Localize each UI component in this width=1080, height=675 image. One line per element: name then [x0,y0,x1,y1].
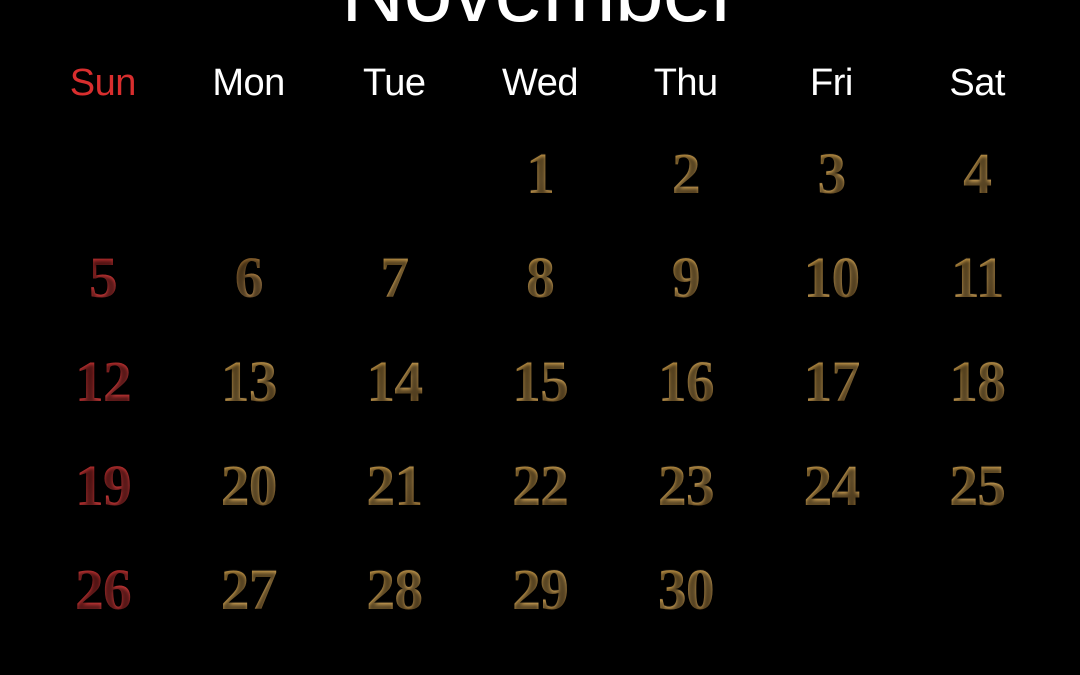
date-cell: 5 [30,249,176,307]
date-cell: 12 [30,353,176,411]
day-header-sat: Sat [904,62,1050,105]
date-cell: 30 [613,561,759,619]
day-header-mon: Mon [176,62,322,105]
calendar: Sun Mon Tue Wed Thu Fri Sat 1 2 3 4 5 6 … [30,62,1050,619]
day-header-wed: Wed [467,62,613,105]
date-cell: 22 [467,457,613,515]
date-cell: 20 [176,457,322,515]
date-cell: 9 [613,249,759,307]
day-header-sun: Sun [30,62,176,105]
date-cell: 6 [176,249,322,307]
date-cell: 19 [30,457,176,515]
date-cell: 1 [467,145,613,203]
date-cell: 26 [30,561,176,619]
month-title: November [0,0,1080,42]
date-cell: 11 [904,249,1050,307]
date-cell: 24 [759,457,905,515]
date-cell: 10 [759,249,905,307]
date-cell: 29 [467,561,613,619]
date-cell: 16 [613,353,759,411]
day-header-thu: Thu [613,62,759,105]
date-cell: 17 [759,353,905,411]
date-cell: 25 [904,457,1050,515]
date-cell: 18 [904,353,1050,411]
date-cell: 21 [321,457,467,515]
date-cell: 23 [613,457,759,515]
date-cell: 4 [904,145,1050,203]
dates-grid: 1 2 3 4 5 6 7 8 9 10 11 12 13 14 15 16 1… [30,145,1050,619]
date-cell: 3 [759,145,905,203]
date-cell: 15 [467,353,613,411]
date-cell: 13 [176,353,322,411]
date-cell: 2 [613,145,759,203]
day-header-tue: Tue [321,62,467,105]
date-cell: 8 [467,249,613,307]
date-cell: 7 [321,249,467,307]
date-cell: 14 [321,353,467,411]
date-cell: 27 [176,561,322,619]
date-cell: 28 [321,561,467,619]
day-header-fri: Fri [759,62,905,105]
day-header-row: Sun Mon Tue Wed Thu Fri Sat [30,62,1050,105]
